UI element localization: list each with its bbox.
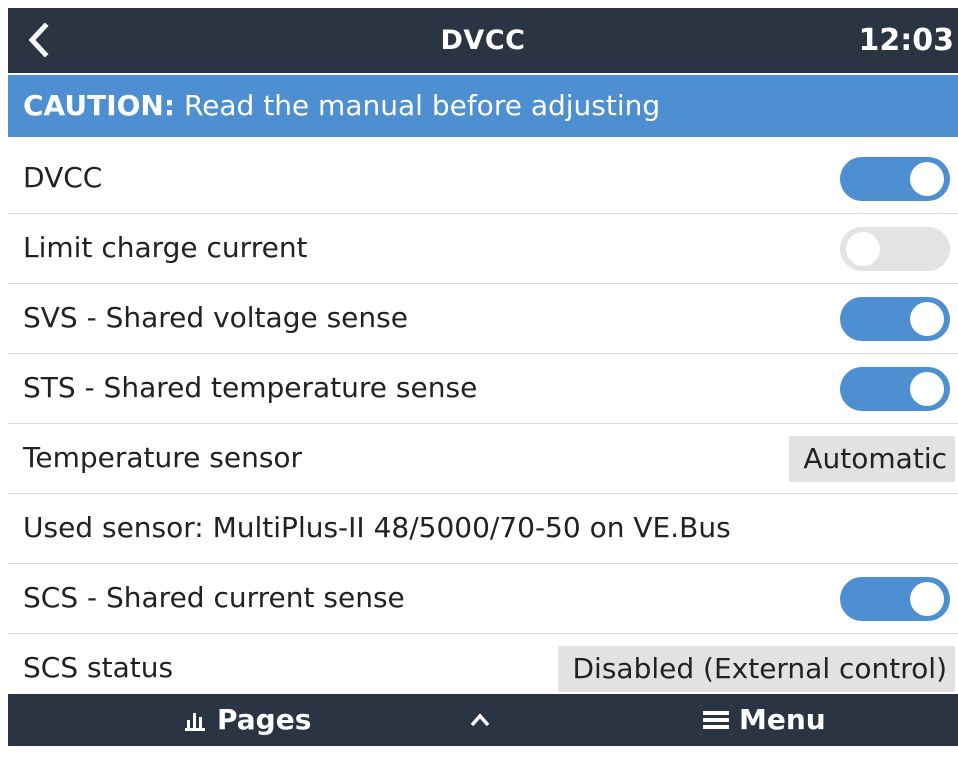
menu-label: Menu — [739, 703, 826, 736]
limit-charge-current-toggle[interactable] — [840, 227, 950, 271]
list-item-label: Used sensor: MultiPlus-II 48/5000/70-50 … — [23, 511, 731, 544]
list-item-limit-charge-current[interactable]: Limit charge current — [8, 214, 958, 284]
caution-prefix: CAUTION: — [23, 89, 176, 122]
temperature-sensor-value[interactable]: Automatic — [789, 436, 955, 482]
toggle-knob — [910, 302, 944, 336]
pages-button[interactable]: Pages — [183, 694, 311, 746]
list-item-temperature-sensor[interactable]: Temperature sensor Automatic — [8, 424, 958, 494]
list-item-label: Limit charge current — [23, 231, 308, 264]
toggle-knob — [910, 582, 944, 616]
toggle-knob — [910, 162, 944, 196]
title-bar: DVCC 12:03 — [8, 8, 958, 73]
svs-toggle[interactable] — [840, 297, 950, 341]
device-frame: DVCC 12:03 CAUTION: Read the manual befo… — [0, 0, 958, 758]
scs-toggle[interactable] — [840, 577, 950, 621]
menu-button[interactable]: Menu — [703, 694, 826, 746]
settings-list: DVCC Limit charge current SVS - Shared v… — [8, 144, 958, 704]
page-title: DVCC — [440, 25, 526, 56]
list-item-sts[interactable]: STS - Shared temperature sense — [8, 354, 958, 424]
toggle-knob — [846, 232, 880, 266]
up-button[interactable] — [468, 708, 492, 732]
sts-toggle[interactable] — [840, 367, 950, 411]
caution-banner: CAUTION: Read the manual before adjustin… — [8, 75, 958, 137]
hamburger-menu-icon — [703, 711, 729, 729]
footer-bar: Pages Menu — [8, 694, 958, 746]
dvcc-toggle[interactable] — [840, 157, 950, 201]
list-item-used-sensor: Used sensor: MultiPlus-II 48/5000/70-50 … — [8, 494, 958, 564]
bar-chart-icon — [185, 713, 205, 731]
list-item-label: SCS - Shared current sense — [23, 581, 405, 614]
scs-status-value: Disabled (External control) — [558, 646, 955, 692]
chevron-up-icon — [470, 713, 490, 727]
toggle-knob — [910, 372, 944, 406]
caution-text: Read the manual before adjusting — [183, 89, 661, 122]
list-item-label: SCS status — [23, 651, 174, 684]
screen: DVCC 12:03 CAUTION: Read the manual befo… — [8, 8, 958, 746]
list-item-label: Temperature sensor — [23, 441, 303, 474]
list-item-scs[interactable]: SCS - Shared current sense — [8, 564, 958, 634]
list-item-dvcc[interactable]: DVCC — [8, 144, 958, 214]
clock: 12:03 — [858, 23, 955, 58]
list-item-label: DVCC — [23, 161, 103, 194]
pages-label: Pages — [217, 703, 312, 736]
list-item-label: SVS - Shared voltage sense — [23, 301, 408, 334]
list-item-svs[interactable]: SVS - Shared voltage sense — [8, 284, 958, 354]
list-item-label: STS - Shared temperature sense — [23, 371, 478, 404]
